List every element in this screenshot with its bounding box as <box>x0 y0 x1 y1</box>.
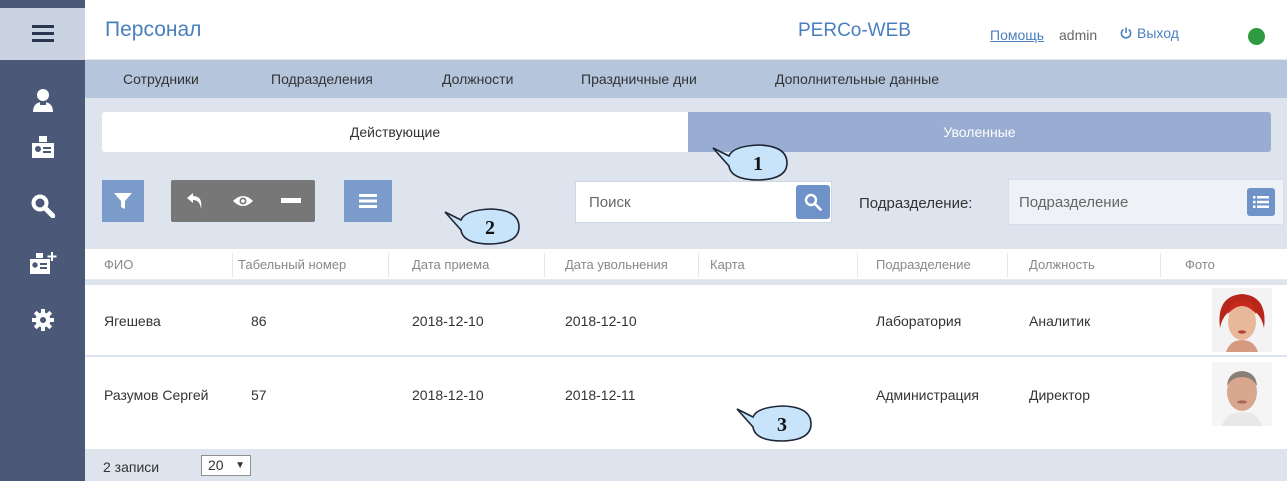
cell-hire-date: 2018-12-10 <box>412 387 484 403</box>
employee-photo <box>1212 288 1272 352</box>
help-link[interactable]: Помощь <box>990 27 1044 43</box>
search-box <box>575 181 832 223</box>
subnav-holidays[interactable]: Праздничные дни <box>581 71 697 87</box>
column-divider <box>857 253 858 277</box>
division-select <box>1008 179 1284 225</box>
filter-icon <box>114 193 132 209</box>
search-icon <box>804 193 822 211</box>
callout-2: 2 <box>443 206 521 246</box>
app-brand: PERCo-WEB <box>798 20 911 41</box>
logout-label: Выход <box>1137 25 1179 41</box>
restore-icon <box>187 193 202 209</box>
sidebar-item-staff[interactable] <box>0 74 85 126</box>
callout-3-label: 3 <box>777 414 787 436</box>
column-header-hire-date[interactable]: Дата приема <box>412 257 489 272</box>
table-footer: 2 записи 20 ▼ <box>85 449 1287 481</box>
column-divider <box>232 253 233 277</box>
view-button[interactable] <box>219 180 267 222</box>
sidebar-item-search[interactable] <box>0 180 85 232</box>
cell-position: Аналитик <box>1029 313 1091 329</box>
page-size-select[interactable]: 20 ▼ <box>201 455 251 476</box>
search-icon <box>31 194 55 218</box>
username: admin <box>1059 27 1098 43</box>
table-header: ФИО Табельный номер Дата приема Дата уво… <box>85 248 1287 280</box>
column-divider <box>1007 253 1008 277</box>
section-nav: Сотрудники Подразделения Должности Празд… <box>85 60 1287 98</box>
subnav-positions[interactable]: Должности <box>442 71 513 87</box>
employee-photo <box>1212 362 1272 426</box>
status-indicator <box>1248 28 1265 45</box>
cell-dismissal-date: 2018-12-10 <box>565 313 637 329</box>
employee-tabs: Действующие Уволенные <box>102 112 1271 152</box>
staff-icon <box>32 89 53 112</box>
subnav-extra-data[interactable]: Дополнительные данные <box>775 71 939 87</box>
column-header-name[interactable]: ФИО <box>104 257 133 272</box>
column-header-dismissal-date[interactable]: Дата увольнения <box>565 257 668 272</box>
main-content: Сотрудники Подразделения Должности Празд… <box>85 60 1287 481</box>
menu-button[interactable] <box>0 8 85 60</box>
cell-tab-number: 57 <box>251 387 267 403</box>
search-button[interactable] <box>796 185 830 219</box>
column-divider <box>698 253 699 277</box>
sidebar-item-cards[interactable] <box>0 122 85 174</box>
cell-position: Директор <box>1029 387 1090 403</box>
column-divider <box>388 253 389 277</box>
subnav-divisions[interactable]: Подразделения <box>271 71 373 87</box>
cell-name: Разумов Сергей <box>104 387 209 403</box>
cell-tab-number: 86 <box>251 313 267 329</box>
callout-3: 3 <box>735 403 813 443</box>
division-label: Подразделение: <box>859 195 973 212</box>
tab-active-employees[interactable]: Действующие <box>102 112 688 152</box>
logout-button[interactable]: Выход <box>1120 25 1179 41</box>
menu-icon <box>31 25 54 42</box>
filter-button[interactable] <box>102 180 144 222</box>
top-header: Персонал PERCo-WEB Помощь admin Выход <box>85 0 1287 60</box>
column-header-card[interactable]: Карта <box>710 257 745 272</box>
record-action-group <box>171 180 315 222</box>
restore-button[interactable] <box>171 180 219 222</box>
cell-dismissal-date: 2018-12-11 <box>565 387 636 403</box>
sidebar-item-settings[interactable] <box>0 294 85 346</box>
division-list-button[interactable] <box>1247 188 1275 216</box>
table-row[interactable]: Разумов Сергей 57 2018-12-10 2018-12-11 … <box>85 357 1287 449</box>
column-divider <box>1160 253 1161 277</box>
id-card-icon <box>31 136 54 158</box>
column-header-photo[interactable]: Фото <box>1185 257 1215 272</box>
division-input[interactable] <box>1009 180 1219 224</box>
callout-2-label: 2 <box>485 217 495 239</box>
search-input[interactable] <box>576 182 790 222</box>
power-icon <box>1120 27 1132 39</box>
minus-icon <box>281 198 301 203</box>
table-row[interactable]: Ягешева 86 2018-12-10 2018-12-10 Лаборат… <box>85 285 1287 355</box>
list-icon <box>359 194 377 208</box>
list-icon <box>1253 196 1269 208</box>
subnav-employees[interactable]: Сотрудники <box>123 71 199 87</box>
record-count: 2 записи <box>103 459 160 475</box>
column-header-position[interactable]: Должность <box>1029 257 1095 272</box>
remove-button[interactable] <box>267 180 315 222</box>
dropdown-arrow-icon: ▼ <box>235 460 245 471</box>
left-sidebar <box>0 0 85 481</box>
callout-1-label: 1 <box>753 153 763 175</box>
cell-division: Администрация <box>876 387 979 403</box>
column-divider <box>544 253 545 277</box>
callout-1: 1 <box>711 142 789 182</box>
column-header-division[interactable]: Подразделение <box>876 257 971 272</box>
column-header-tab-number[interactable]: Табельный номер <box>238 257 346 272</box>
columns-menu-button[interactable] <box>344 180 392 222</box>
cell-hire-date: 2018-12-10 <box>412 313 484 329</box>
sidebar-item-add-card[interactable] <box>0 238 85 290</box>
page-title: Персонал <box>105 18 202 41</box>
add-card-icon <box>29 252 56 274</box>
cell-name: Ягешева <box>104 313 161 329</box>
cell-division: Лаборатория <box>876 313 962 329</box>
gear-icon <box>31 309 54 331</box>
eye-icon <box>233 196 253 206</box>
page-size-value: 20 <box>208 457 224 473</box>
